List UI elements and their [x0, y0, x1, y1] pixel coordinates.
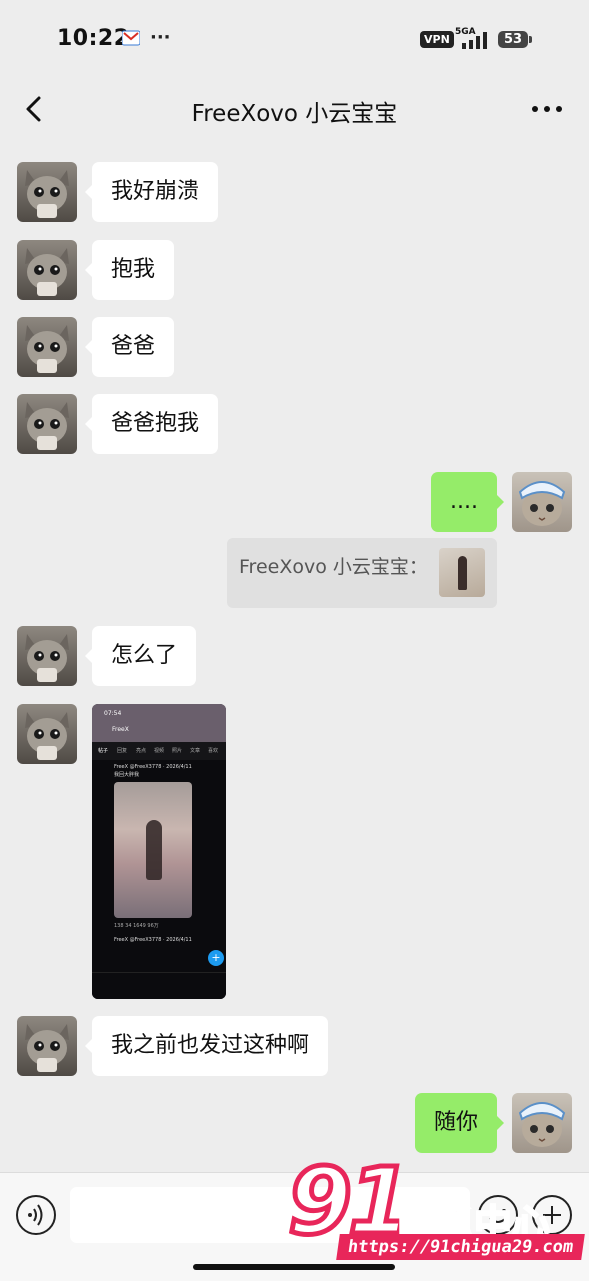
- message-bubble-incoming[interactable]: 怎么了: [84, 626, 197, 686]
- message-bubble-incoming[interactable]: 我好崩溃: [84, 162, 219, 222]
- screenshot-tab: 回复: [117, 748, 128, 754]
- screenshot-header: 07:54 FreeX: [92, 704, 226, 742]
- screenshot-bottom-nav: [92, 972, 226, 999]
- quote-text: FreeXovo 小云宝宝：: [239, 556, 428, 578]
- message-bubble-outgoing[interactable]: ....: [431, 472, 504, 532]
- image-message-screenshot[interactable]: 07:54 FreeX 帖子 回复 亮点 视频 照片 文章 喜欢 FreeX @…: [92, 704, 226, 999]
- quoted-message[interactable]: FreeXovo 小云宝宝：: [227, 538, 497, 608]
- screenshot-tab: 照片: [172, 748, 183, 754]
- contact-avatar[interactable]: [17, 240, 77, 300]
- battery-indicator: 53: [498, 31, 532, 48]
- screenshot-post-image: [114, 782, 192, 918]
- message-bubble-incoming[interactable]: 爸爸抱我: [84, 394, 219, 454]
- contact-avatar[interactable]: [17, 1016, 77, 1076]
- message-bubble-incoming[interactable]: 爸爸: [84, 317, 175, 377]
- cat-avatar-icon: [17, 704, 77, 764]
- more-notifications-icon: ···: [150, 27, 171, 48]
- quote-thumbnail[interactable]: [439, 548, 485, 597]
- screenshot-compose-fab: +: [208, 950, 224, 966]
- status-time: 10:22: [57, 26, 130, 51]
- signal-icon: [462, 32, 487, 49]
- cat-avatar-icon: [17, 240, 77, 300]
- cat-avatar-icon: [17, 1016, 77, 1076]
- contact-avatar[interactable]: [17, 162, 77, 222]
- screenshot-tab: 视频: [154, 748, 165, 754]
- chat-header: FreeXovo 小云宝宝: [0, 80, 589, 140]
- cat-avatar-icon: [17, 317, 77, 377]
- chat-title: FreeXovo 小云宝宝: [191, 101, 398, 127]
- screenshot-tabs: 帖子 回复 亮点 视频 照片 文章 喜欢: [92, 742, 226, 760]
- screenshot-tab: 亮点: [136, 748, 147, 754]
- screenshot-post2-author: FreeX @FreeX3778 · 2026/4/11: [114, 937, 192, 943]
- screenshot-time: 07:54: [104, 710, 122, 717]
- my-avatar[interactable]: [512, 472, 572, 532]
- cat-avatar-icon: [17, 626, 77, 686]
- status-bar: 10:22 ··· VPN 5GA 53: [0, 0, 589, 80]
- screenshot-post-caption: 我回大胖我: [114, 772, 140, 778]
- my-avatar[interactable]: [512, 1093, 572, 1153]
- cat-with-hat-avatar-icon: [512, 472, 572, 532]
- voice-input-button[interactable]: [16, 1195, 56, 1235]
- message-bubble-incoming[interactable]: 抱我: [84, 240, 175, 300]
- voice-wave-icon: [28, 1204, 43, 1226]
- watermark-url: https://91chigua29.com: [336, 1234, 585, 1260]
- watermark: 91 吃瓜中心 https://91chigua29.com: [285, 1146, 588, 1268]
- cat-with-hat-avatar-icon: [512, 1093, 572, 1153]
- contact-avatar[interactable]: [17, 704, 77, 764]
- screenshot-post-author: FreeX @FreeX3778 · 2026/4/11: [114, 764, 192, 770]
- vpn-badge: VPN: [420, 31, 454, 48]
- contact-avatar[interactable]: [17, 626, 77, 686]
- gmail-icon: [122, 30, 140, 46]
- message-bubble-outgoing[interactable]: 随你: [414, 1093, 505, 1153]
- screenshot-tab: 帖子: [98, 748, 109, 754]
- screenshot-profile-name: FreeX: [112, 726, 129, 733]
- screenshot-tab: 文章: [190, 748, 201, 754]
- screenshot-tab: 喜欢: [208, 748, 219, 754]
- contact-avatar[interactable]: [17, 317, 77, 377]
- cat-avatar-icon: [17, 394, 77, 454]
- cat-avatar-icon: [17, 162, 77, 222]
- screenshot-post-stats: 138 34 1649 96万: [114, 923, 159, 929]
- message-bubble-incoming[interactable]: 我之前也发过这种啊: [84, 1016, 329, 1076]
- contact-avatar[interactable]: [17, 394, 77, 454]
- more-options-icon[interactable]: [530, 94, 564, 124]
